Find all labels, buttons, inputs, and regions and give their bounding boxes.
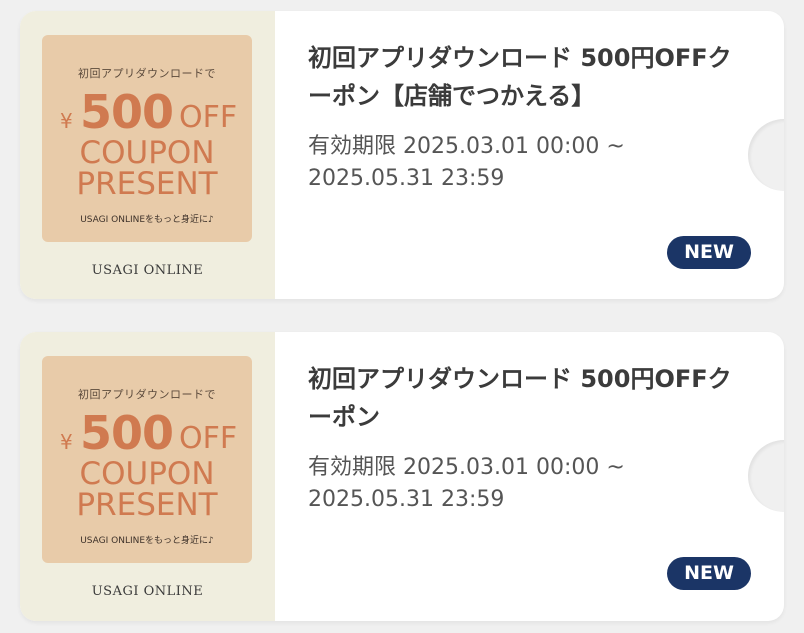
ticket-notch (748, 119, 784, 191)
new-badge: NEW (667, 236, 751, 269)
coupon-thumbnail-area: 初回アプリダウンロードで ¥ 500 OFF COUPON PRESENT US… (20, 332, 275, 621)
coupon-validity-period: 有効期限 2025.03.01 00:00 ~ 2025.05.31 23:59 (308, 455, 625, 512)
thumbnail-off: OFF (179, 100, 238, 135)
coupon-card[interactable]: 初回アプリダウンロードで ¥ 500 OFF COUPON PRESENT US… (20, 332, 784, 621)
thumbnail-present: PRESENT (76, 487, 218, 523)
thumbnail-footer: USAGI ONLINEをもっと身近に♪ (80, 536, 214, 546)
coupon-card[interactable]: 初回アプリダウンロードで ¥ 500 OFF COUPON PRESENT US… (20, 11, 784, 299)
ticket-notch (748, 440, 784, 512)
coupon-thumbnail-image: 初回アプリダウンロードで ¥ 500 OFF COUPON PRESENT US… (42, 35, 252, 242)
thumbnail-coupon: COUPON (79, 135, 215, 171)
thumbnail-amount: 500 (80, 406, 174, 460)
thumbnail-yen-sign: ¥ (60, 109, 73, 133)
new-badge: NEW (667, 557, 751, 590)
coupon-title: 初回アプリダウンロード 500円OFFクーポン (308, 365, 732, 431)
coupon-thumbnail-area: 初回アプリダウンロードで ¥ 500 OFF COUPON PRESENT US… (20, 11, 275, 299)
coupon-title: 初回アプリダウンロード 500円OFFクーポン【店舗でつかえる】 (308, 44, 732, 110)
thumbnail-yen-sign: ¥ (60, 430, 73, 454)
thumbnail-footer: USAGI ONLINEをもっと身近に♪ (80, 215, 214, 225)
coupon-info: 初回アプリダウンロード 500円OFFクーポン 有効期限 2025.03.01 … (308, 360, 738, 516)
brand-name: USAGI ONLINE (91, 263, 204, 278)
brand-name: USAGI ONLINE (91, 584, 204, 599)
thumbnail-top-text: 初回アプリダウンロードで (78, 388, 216, 401)
coupon-validity-period: 有効期限 2025.03.01 00:00 ~ 2025.05.31 23:59 (308, 134, 625, 191)
coupon-thumbnail-image: 初回アプリダウンロードで ¥ 500 OFF COUPON PRESENT US… (42, 356, 252, 563)
thumbnail-coupon: COUPON (79, 456, 215, 492)
coupon-info: 初回アプリダウンロード 500円OFFクーポン【店舗でつかえる】 有効期限 20… (308, 39, 738, 195)
thumbnail-present: PRESENT (76, 166, 218, 202)
thumbnail-amount: 500 (80, 85, 174, 139)
thumbnail-off: OFF (179, 421, 238, 456)
thumbnail-top-text: 初回アプリダウンロードで (78, 67, 216, 80)
